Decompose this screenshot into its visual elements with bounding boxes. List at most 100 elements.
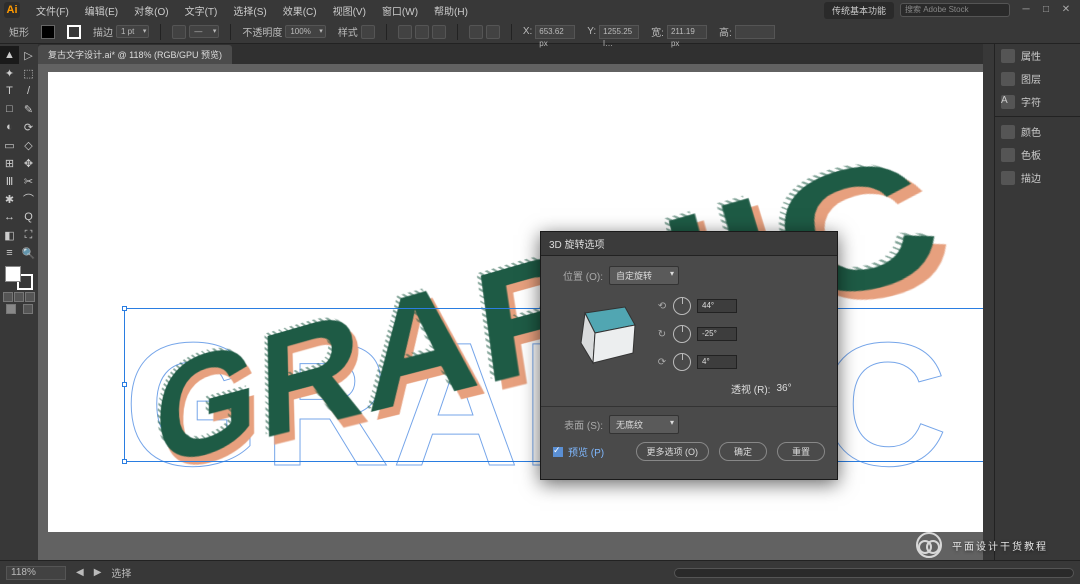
wechat-icon <box>916 532 942 558</box>
color-mode-row[interactable] <box>2 292 36 302</box>
swatches-icon <box>1001 148 1015 162</box>
align-left-icon[interactable] <box>398 25 412 39</box>
more-options-button[interactable]: 更多选项 (O) <box>636 442 710 461</box>
opacity-dropdown[interactable]: 100% <box>285 25 325 38</box>
perspective-field[interactable]: 36° <box>776 383 791 394</box>
fill-swatch[interactable] <box>41 25 55 39</box>
panel-stroke[interactable]: 描边 <box>995 166 1080 189</box>
status-nav-next-icon[interactable]: ▶ <box>94 567 102 578</box>
menu-window[interactable]: 窗口(W) <box>374 3 426 18</box>
layers-icon <box>1001 72 1015 86</box>
tool-mesh[interactable]: ✂ <box>19 172 38 190</box>
tool-artboard[interactable]: ◧ <box>0 226 19 244</box>
tool-hand[interactable]: ≡ <box>0 244 19 262</box>
tool-rectangle[interactable]: □ <box>0 100 19 118</box>
tool-pencil[interactable]: ✎ <box>19 100 38 118</box>
window-close-icon[interactable]: ✕ <box>1060 4 1072 16</box>
align-center-icon[interactable] <box>415 25 429 39</box>
tool-type[interactable]: T <box>0 82 19 100</box>
window-maximize-icon[interactable]: □ <box>1040 4 1052 16</box>
workspace-switcher[interactable]: 传统基本功能 <box>824 2 894 19</box>
panel-collapse-strip[interactable] <box>983 44 995 560</box>
status-bar: 118% ◀ ▶ 选择 <box>0 560 1080 584</box>
w-field[interactable]: 211.19 px <box>667 25 707 39</box>
rotate-x-dial[interactable] <box>673 297 691 315</box>
menu-edit[interactable]: 编辑(E) <box>77 3 126 18</box>
rotate-x-field[interactable]: 44° <box>697 299 737 313</box>
align-right-icon[interactable] <box>432 25 446 39</box>
tool-eyedropper[interactable]: ⌒ <box>19 190 38 208</box>
tool-blend[interactable]: ↔ <box>0 208 19 226</box>
panel-swatches[interactable]: 色板 <box>995 143 1080 166</box>
horizontal-scrollbar[interactable] <box>674 568 1074 578</box>
tool-gradient[interactable]: ✱ <box>0 190 19 208</box>
rotate-z-field[interactable]: 4° <box>697 355 737 369</box>
surface-dropdown[interactable]: 无底纹 <box>609 415 679 434</box>
dialog-title[interactable]: 3D 旋转选项 <box>541 232 837 256</box>
document-tab[interactable]: 复古文字设计.ai* @ 118% (RGB/GPU 预览) <box>38 45 232 64</box>
status-nav-prev-icon[interactable]: ◀ <box>76 567 84 578</box>
tool-magic-wand[interactable]: ✦ <box>0 64 19 82</box>
tool-rotate[interactable]: ◐ <box>0 118 19 136</box>
menu-type[interactable]: 文字(T) <box>177 3 226 18</box>
type-icon: A <box>1001 95 1015 109</box>
reset-button[interactable]: 重置 <box>777 442 825 461</box>
tool-zoom[interactable]: 🔍 <box>19 244 38 262</box>
brush-dropdown[interactable]: — <box>189 25 219 38</box>
ok-button[interactable]: 确定 <box>719 442 767 461</box>
opacity-label: 不透明度 <box>242 24 282 39</box>
stroke-icon <box>1001 171 1015 185</box>
brush-def-icon[interactable] <box>172 25 186 39</box>
tool-reflect[interactable]: ⟳ <box>19 118 38 136</box>
panel-color[interactable]: 颜色 <box>995 120 1080 143</box>
toolbox: ▲▷ ✦⬚ T/ □✎ ◐⟳ ▭◇ ⊞✥ Ⅲ✂ ✱⌒ ↔Q ◧⛶ ≡🔍 <box>0 44 38 560</box>
tool-scale[interactable]: ▭ <box>0 136 19 154</box>
screen-mode-row[interactable] <box>2 304 36 314</box>
status-info: 选择 <box>111 565 664 580</box>
style-swatch[interactable] <box>361 25 375 39</box>
right-panel-dock: 属性 图层 A字符 颜色 色板 描边 <box>994 44 1080 560</box>
properties-icon <box>1001 49 1015 63</box>
menu-select[interactable]: 选择(S) <box>225 3 274 18</box>
window-minimize-icon[interactable]: ─ <box>1020 4 1032 16</box>
stroke-weight-dropdown[interactable]: 1 pt <box>116 25 149 38</box>
panel-layers[interactable]: 图层 <box>995 67 1080 90</box>
tool-shape-builder[interactable]: ✥ <box>19 154 38 172</box>
tool-line[interactable]: / <box>19 82 38 100</box>
tool-width[interactable]: ◇ <box>19 136 38 154</box>
rotation-cube-preview[interactable] <box>563 293 643 373</box>
watermark: 平面设计干货教程 <box>916 532 1048 558</box>
rotate-y-dial[interactable] <box>673 325 691 343</box>
rotate-y-field[interactable]: -25° <box>697 327 737 341</box>
tool-symbol[interactable]: Q <box>19 208 38 226</box>
tool-direct-select[interactable]: ▷ <box>19 46 38 64</box>
fill-stroke-swatch[interactable] <box>5 266 33 290</box>
style-label: 样式 <box>338 24 358 39</box>
tool-lasso[interactable]: ⬚ <box>19 64 38 82</box>
zoom-field[interactable]: 118% <box>6 566 66 580</box>
panel-type[interactable]: A字符 <box>995 90 1080 113</box>
pathfinder-icon[interactable] <box>486 25 500 39</box>
tool-free-transform[interactable]: ⊞ <box>0 154 19 172</box>
search-input[interactable]: 搜索 Adobe Stock <box>900 3 1010 17</box>
preview-checkbox[interactable]: 预览 (P) <box>553 444 604 459</box>
axis-x-icon: ⟲ <box>657 301 667 312</box>
panel-properties[interactable]: 属性 <box>995 44 1080 67</box>
menu-file[interactable]: 文件(F) <box>28 3 77 18</box>
y-field[interactable]: 1255.25 l… <box>599 25 639 39</box>
shape-mode-icon[interactable] <box>469 25 483 39</box>
tool-slice[interactable]: ⛶ <box>19 226 38 244</box>
rotate-z-dial[interactable] <box>673 353 691 371</box>
menu-view[interactable]: 视图(V) <box>325 3 374 18</box>
h-field[interactable] <box>735 25 775 39</box>
surface-label: 表面 (S): <box>553 417 603 432</box>
tool-perspective[interactable]: Ⅲ <box>0 172 19 190</box>
position-dropdown[interactable]: 自定旋转 <box>609 266 679 285</box>
menu-effect[interactable]: 效果(C) <box>275 3 325 18</box>
menu-object[interactable]: 对象(O) <box>126 3 176 18</box>
stroke-swatch[interactable] <box>67 25 81 39</box>
menu-help[interactable]: 帮助(H) <box>426 3 476 18</box>
artboard[interactable]: GRAPHIC GRAPHIC GRAPHIC GRAPHIC <box>48 72 984 532</box>
tool-selection[interactable]: ▲ <box>0 46 19 64</box>
x-field[interactable]: 653.62 px <box>535 25 575 39</box>
